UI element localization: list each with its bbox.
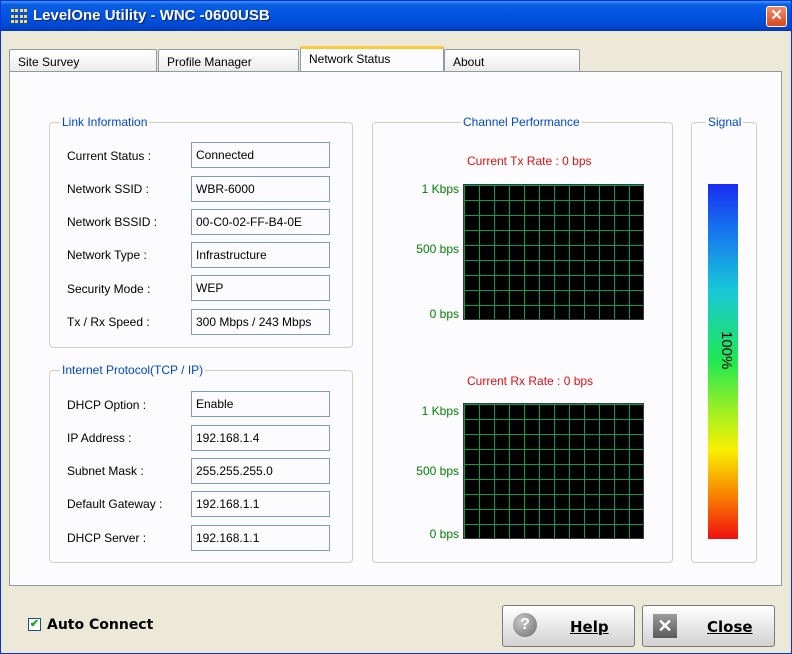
dhcp-option-value: Enable: [191, 391, 330, 417]
tcpip-title: Internet Protocol(TCP / IP): [60, 363, 206, 377]
subnet-mask-label: Subnet Mask :: [67, 464, 144, 478]
link-information-title: Link Information: [60, 115, 150, 129]
tab-about[interactable]: About: [444, 49, 580, 71]
network-ssid-value: WBR-6000: [191, 176, 330, 202]
signal-title: Signal: [706, 115, 744, 129]
tx-rate-label: Current Tx Rate : 0 bps: [467, 154, 592, 168]
default-gateway-label: Default Gateway :: [67, 497, 163, 511]
current-status-label: Current Status :: [67, 149, 152, 163]
rx-rate-graph: [463, 403, 644, 539]
signal-strength-value: 100%: [718, 331, 735, 370]
tab-network-status[interactable]: Network Status: [300, 46, 444, 71]
network-type-value: Infrastructure: [191, 242, 330, 268]
ip-address-label: IP Address :: [67, 431, 132, 445]
channel-performance-title: Channel Performance: [461, 115, 582, 129]
close-button-label: Close: [707, 618, 753, 636]
window-close-button[interactable]: ✕: [766, 6, 787, 27]
tx-axis-top: 1 Kbps: [421, 182, 459, 196]
close-button[interactable]: ✕ Close: [642, 605, 775, 647]
auto-connect-label[interactable]: Auto Connect: [47, 617, 153, 633]
close-icon: ✕: [653, 614, 677, 638]
tab-profile-manager[interactable]: Profile Manager: [158, 49, 299, 71]
title-bar[interactable]: LevelOne Utility - WNC -0600USB ✕: [1, 1, 791, 31]
dhcp-server-value: 192.168.1.1: [191, 525, 330, 551]
network-type-label: Network Type :: [67, 248, 147, 262]
rx-axis-mid: 500 bps: [416, 464, 459, 478]
tx-rate-graph: [463, 184, 644, 320]
default-gateway-value: 192.168.1.1: [191, 491, 330, 517]
tx-axis-mid: 500 bps: [416, 242, 459, 256]
network-ssid-label: Network SSID :: [67, 182, 150, 196]
rx-rate-label: Current Rx Rate : 0 bps: [467, 374, 594, 388]
network-bssid-value: 00-C0-02-FF-B4-0E: [191, 209, 330, 235]
security-mode-label: Security Mode :: [67, 282, 151, 296]
tab-site-survey[interactable]: Site Survey: [9, 49, 157, 71]
help-icon: ?: [513, 613, 537, 637]
window-title: LevelOne Utility - WNC -0600USB: [33, 7, 270, 24]
app-icon: [11, 9, 27, 25]
subnet-mask-value: 255.255.255.0: [191, 458, 330, 484]
help-button-label: Help: [570, 618, 609, 636]
tx-rx-speed-label: Tx / Rx Speed :: [67, 315, 150, 329]
tx-axis-bottom: 0 bps: [429, 307, 459, 321]
rx-axis-bottom: 0 bps: [429, 527, 459, 541]
auto-connect-checkbox[interactable]: ✔: [28, 618, 41, 631]
network-bssid-label: Network BSSID :: [67, 215, 158, 229]
dhcp-option-label: DHCP Option :: [67, 398, 147, 412]
current-status-value: Connected: [191, 142, 330, 168]
dhcp-server-label: DHCP Server :: [67, 531, 147, 545]
ip-address-value: 192.168.1.4: [191, 425, 330, 451]
tx-rx-speed-value: 300 Mbps / 243 Mbps: [191, 309, 330, 335]
utility-window: LevelOne Utility - WNC -0600USB ✕ Site S…: [0, 0, 792, 654]
help-button[interactable]: ? Help: [502, 605, 635, 647]
rx-axis-top: 1 Kbps: [421, 404, 459, 418]
security-mode-value: WEP: [191, 275, 330, 301]
